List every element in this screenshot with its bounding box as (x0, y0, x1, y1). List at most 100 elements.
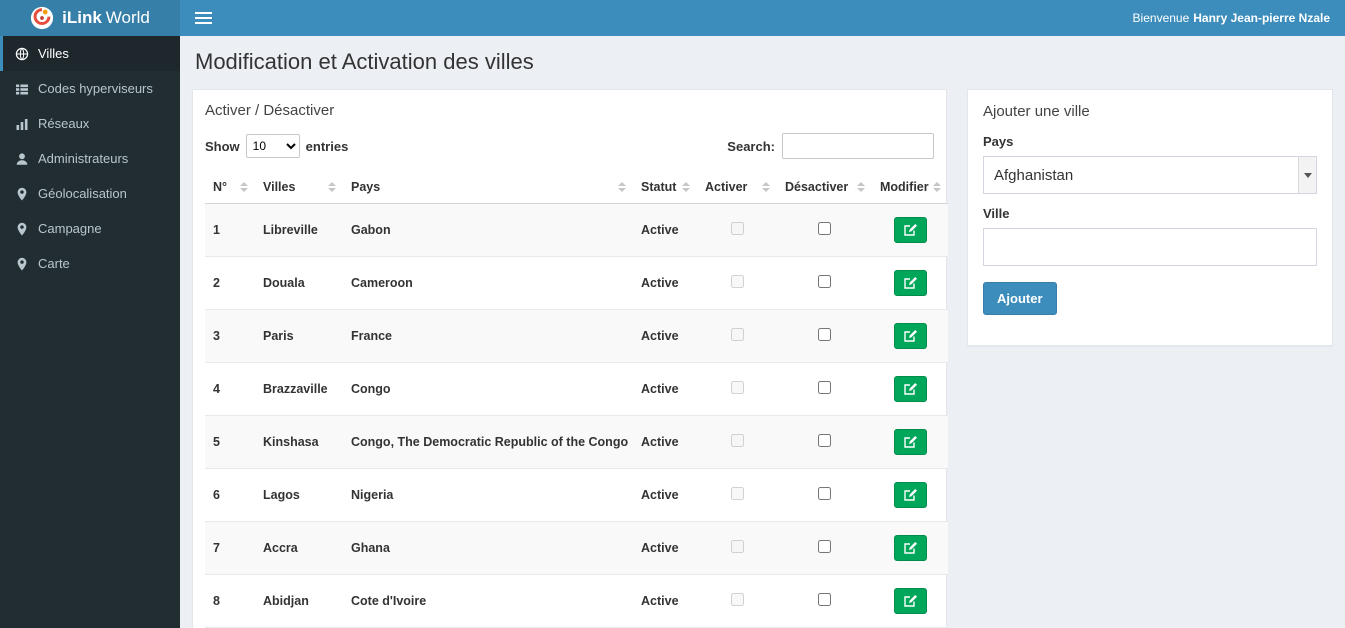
cell-num: 2 (213, 276, 220, 290)
table-row: 3 Paris France Active (205, 309, 948, 363)
cell-ville: Abidjan (263, 594, 309, 608)
sort-icon (682, 182, 690, 192)
table-panel-title: Activer / Désactiver (205, 102, 335, 119)
desactiver-checkbox[interactable] (818, 381, 831, 394)
sort-icon (240, 182, 248, 192)
welcome-user: Hanry Jean-pierre Nzale (1193, 11, 1330, 25)
column-header-villes[interactable]: Villes (255, 171, 343, 204)
page-length-select[interactable]: 10 (245, 134, 300, 158)
sidebar-item-label: Carte (38, 256, 70, 271)
ville-label: Ville (983, 206, 1010, 221)
modifier-button[interactable] (893, 323, 927, 349)
pays-select[interactable]: Afghanistan (983, 156, 1317, 194)
desactiver-checkbox[interactable] (818, 328, 831, 341)
sidebar-item-geolocalisation[interactable]: Géolocalisation (0, 176, 180, 211)
search-input[interactable] (782, 133, 934, 159)
sidebar-item-villes[interactable]: Villes (0, 36, 180, 71)
cell-statut: Active (641, 488, 679, 502)
column-header-desactiver[interactable]: Désactiver (777, 171, 872, 204)
sidebar-item-label: Administrateurs (38, 151, 129, 166)
modifier-button[interactable] (893, 482, 927, 508)
welcome-message: Bienvenue Hanry Jean-pierre Nzale (1133, 11, 1330, 25)
activer-checkbox (730, 328, 744, 341)
table-row: 5 Kinshasa Congo, The Democratic Republi… (205, 415, 948, 469)
table-row: 8 Abidjan Cote d'Ivoire Active (205, 574, 948, 628)
cell-statut: Active (641, 594, 679, 608)
topbar: iLink World Bienvenue Hanry Jean-pierre Nz… (0, 0, 1345, 36)
activer-checkbox (730, 275, 744, 288)
sidebar: Villes Codes hyperviseurs Réseaux Admini… (0, 36, 180, 628)
brand-name: iLink World (62, 8, 150, 28)
cell-pays: France (351, 329, 392, 343)
table-controls: Show 10 entries Search: (205, 133, 934, 159)
cell-pays: Gabon (351, 223, 391, 237)
sort-icon (933, 182, 941, 192)
sidebar-item-reseaux[interactable]: Réseaux (0, 106, 180, 141)
activer-checkbox (730, 381, 744, 394)
cell-ville: Paris (263, 329, 294, 343)
column-header-modifier[interactable]: Modifier (872, 171, 948, 204)
cell-pays: Congo, The Democratic Republic of the Co… (351, 435, 629, 449)
entries-label: entries (305, 138, 349, 154)
modifier-button[interactable] (893, 217, 927, 243)
edit-pencil-icon (903, 330, 917, 342)
app-logo[interactable]: iLink World (0, 0, 180, 36)
pays-label: Pays (983, 134, 1014, 149)
sidebar-toggle-icon[interactable] (195, 11, 212, 25)
sidebar-item-label: Villes (38, 46, 69, 61)
bar-chart-icon (16, 118, 28, 130)
sidebar-item-campagne[interactable]: Campagne (0, 211, 180, 246)
cell-num: 8 (213, 594, 220, 608)
cell-num: 5 (213, 435, 220, 449)
desactiver-checkbox[interactable] (818, 434, 831, 447)
table-row: 1 Libreville Gabon Active (205, 203, 948, 257)
modifier-button[interactable] (893, 588, 927, 614)
cell-num: 7 (213, 541, 220, 555)
villes-table: N° Villes Pays Statut Activer Désactiver… (205, 171, 948, 628)
sidebar-item-administrateurs[interactable]: Administrateurs (0, 141, 180, 176)
table-header-row: N° Villes Pays Statut Activer Désactiver… (205, 171, 948, 204)
desactiver-checkbox[interactable] (818, 275, 831, 288)
sidebar-item-label: Réseaux (38, 116, 90, 131)
modifier-button[interactable] (893, 535, 927, 561)
user-icon (16, 152, 28, 165)
cell-statut: Active (641, 329, 679, 343)
table-row: 4 Brazzaville Congo Active (205, 362, 948, 416)
cell-statut: Active (641, 276, 679, 290)
column-header-num[interactable]: N° (205, 171, 255, 204)
cell-num: 1 (213, 223, 220, 237)
add-ville-panel: Ajouter une ville Pays Afghanistan Ville… (967, 89, 1333, 346)
column-header-statut[interactable]: Statut (633, 171, 697, 204)
activer-checkbox (730, 487, 744, 500)
sidebar-item-carte[interactable]: Carte (0, 246, 180, 281)
sidebar-item-codes-hyperviseurs[interactable]: Codes hyperviseurs (0, 71, 180, 106)
modifier-button[interactable] (893, 376, 927, 402)
activer-checkbox (730, 593, 744, 606)
welcome-prefix: Bienvenue (1132, 11, 1190, 25)
edit-pencil-icon (903, 277, 917, 289)
cell-statut: Active (641, 223, 679, 237)
column-header-activer[interactable]: Activer (697, 171, 777, 204)
desactiver-checkbox[interactable] (818, 540, 831, 553)
activer-checkbox (730, 540, 744, 553)
sort-icon (857, 182, 865, 192)
page-title: Modification et Activation des villes (195, 49, 534, 74)
villes-table-panel: Activer / Désactiver Show 10 entries Sea… (192, 89, 948, 628)
list-icon (16, 84, 28, 94)
pays-select-wrap: Afghanistan (983, 156, 1317, 194)
cell-ville: Lagos (263, 488, 300, 502)
app-logo-icon (31, 6, 54, 30)
ville-input[interactable] (983, 228, 1317, 266)
ajouter-button[interactable]: Ajouter (983, 282, 1057, 315)
column-header-pays[interactable]: Pays (343, 171, 633, 204)
search-label: Search: (727, 138, 775, 154)
desactiver-checkbox[interactable] (818, 222, 831, 235)
desactiver-checkbox[interactable] (818, 593, 831, 606)
edit-pencil-icon (903, 383, 917, 395)
modifier-button[interactable] (893, 270, 927, 296)
modifier-button[interactable] (893, 429, 927, 455)
desactiver-checkbox[interactable] (818, 487, 831, 500)
show-label: Show (205, 138, 240, 154)
table-row: 6 Lagos Nigeria Active (205, 468, 948, 522)
cell-ville: Douala (263, 276, 305, 290)
